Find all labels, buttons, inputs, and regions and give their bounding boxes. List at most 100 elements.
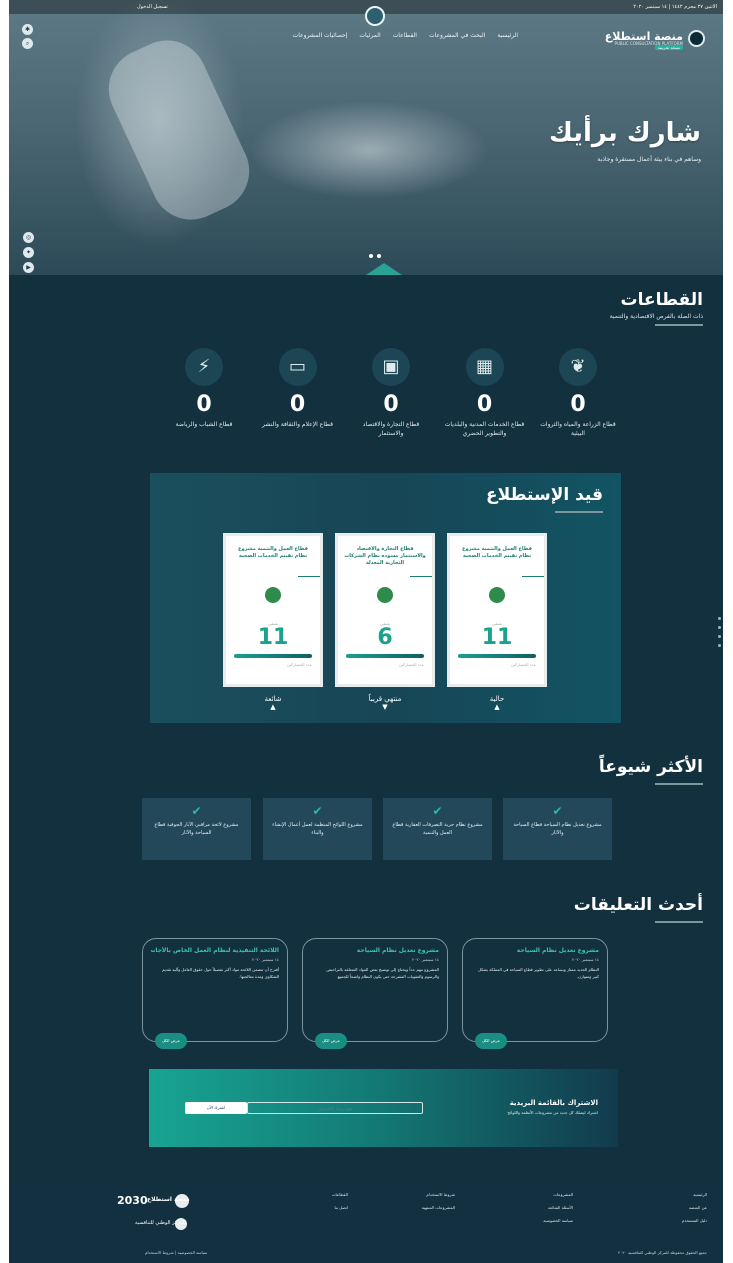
polls-title: قيد الإستطلاع: [485, 485, 603, 505]
hero-banner: الاثنين ٢٧ محرم ١٤٤٢ | ١٤ سبتمبر ٢٠٢٠ تس…: [9, 0, 723, 275]
popular-item-text: مشروع اللوائح المنظمة لعمل أعمال الإنشاء…: [272, 822, 363, 836]
beta-tag: نسخة تجريبية: [654, 45, 683, 50]
section-pager: [718, 617, 721, 647]
nav-item-search[interactable]: البحث في المشروعات: [429, 32, 485, 39]
footer-link[interactable]: شروط الاستخدام: [422, 1192, 455, 1197]
slider-dot[interactable]: [377, 254, 381, 258]
youtube-icon[interactable]: ▶: [23, 262, 34, 273]
poll-title: قطاع العمل والتنمية مشروع نظام تقييم الخ…: [238, 546, 308, 559]
sector-item-municipal[interactable]: ▦ 0 قطاع الخدمات المدنية والبلديات والتط…: [444, 348, 526, 448]
comments-title: أحدث التعليقات: [573, 895, 703, 915]
nav-item-statistics[interactable]: إحصائيات المشروعات: [293, 32, 348, 39]
popular-item-text: مشروع لائحة مراقبي الآبار الجوفية قطاع ا…: [154, 822, 239, 836]
poll-tab-label: شائعة: [264, 695, 282, 703]
poll-tab-label: منتهي قريباً: [368, 695, 402, 703]
read-more-button[interactable]: عرض الكل: [315, 1033, 347, 1049]
footer-link[interactable]: المشروعات: [543, 1192, 573, 1197]
sector-item-sports[interactable]: ⚡ 0 قطاع الشباب والرياضة: [163, 348, 245, 448]
chevron-down-icon: ▼: [382, 703, 388, 711]
polls-section: قيد الإستطلاع قطاع العمل والتنمية مشروع …: [150, 473, 621, 723]
pager-dot[interactable]: [718, 635, 721, 638]
sector-item-commerce[interactable]: ▣ 0 قطاع التجارة والاقتصاد والاستثمار: [350, 348, 432, 448]
pager-dot[interactable]: [718, 644, 721, 647]
login-link[interactable]: تسجيل الدخول: [137, 4, 168, 10]
footer-link[interactable]: دليل المستخدم: [682, 1218, 707, 1223]
poll-progress: [346, 654, 424, 658]
poll-tab-popular[interactable]: شائعة ▲: [223, 695, 323, 711]
poll-title: قطاع العمل والتنمية مشروع نظام تقييم الخ…: [462, 546, 532, 559]
read-more-button[interactable]: عرض الكل: [155, 1033, 187, 1049]
poll-divider: [522, 576, 544, 577]
sector-count: 0: [289, 392, 306, 417]
footer-link[interactable]: القطاعات: [332, 1192, 348, 1197]
comment-date: ١٤ سبتمبر ٢٠٢٠: [412, 957, 439, 962]
footer-link[interactable]: المشروعات المنتهية: [422, 1205, 455, 1210]
nav-item-visions[interactable]: المرئيات: [359, 32, 380, 39]
poll-card[interactable]: قطاع التجارة والاقتصاد والاستثمار مسودة …: [335, 533, 435, 687]
popular-item[interactable]: ✔ مشروع اللوائح المنظمة لعمل أعمال الإنش…: [263, 798, 372, 860]
brand[interactable]: منصة استطلاع PUBLIC CONSULTATION PLATFOR…: [590, 28, 705, 50]
footer-link[interactable]: عن المنصة: [682, 1205, 707, 1210]
popular-underline: [655, 783, 703, 785]
popular-item[interactable]: ✔ مشروع لائحة مراقبي الآبار الجوفية قطاع…: [142, 798, 251, 860]
footer-column: القطاعات اتصل بنا: [332, 1192, 348, 1210]
nav-item-sectors[interactable]: القطاعات: [393, 32, 417, 39]
poll-progress: [458, 654, 536, 658]
pager-dot[interactable]: [718, 626, 721, 629]
sector-item-agriculture[interactable]: ❦ 0 قطاع الزراعة والمياه والثروات البيئي…: [537, 348, 619, 448]
popular-item-text: مشروع تعديل نظام السياحة قطاع السياحة وا…: [513, 822, 602, 836]
read-more-button[interactable]: عرض الكل: [475, 1033, 507, 1049]
sectors-subtitle: ذات الصلة بالفرص الاقتصادية والتنمية: [609, 313, 703, 320]
comment-title[interactable]: مشروع تعديل نظام السياحة: [471, 947, 599, 954]
poll-card[interactable]: قطاع العمل والتنمية مشروع نظام تقييم الخ…: [223, 533, 323, 687]
accessibility-icon[interactable]: ✱: [22, 24, 33, 35]
slider-dot[interactable]: [369, 254, 373, 258]
instagram-icon[interactable]: ◎: [23, 232, 34, 243]
newsletter-email-input[interactable]: [247, 1102, 423, 1114]
page: الاثنين ٢٧ محرم ١٤٤٢ | ١٤ سبتمبر ٢٠٢٠ تس…: [9, 0, 723, 1263]
platform-logo-text: منصة استطلاع: [147, 1196, 190, 1203]
footer: الرئيسية عن المنصة دليل المستخدم المشروع…: [9, 1180, 723, 1263]
popular-title: الأكثر شيوعاً: [598, 757, 703, 777]
comment-title[interactable]: اللائحة التنفيذية لنظام العمل الخاص بالأ…: [151, 947, 279, 954]
poll-tab-label: حالية: [489, 695, 505, 703]
copyright-text: جميع الحقوق محفوظة للمركز الوطني للتنافس…: [618, 1250, 707, 1255]
footer-legal-links[interactable]: سياسة الخصوصية | شروط الاستخدام: [145, 1250, 207, 1255]
footer-link[interactable]: سياسة الخصوصية: [543, 1218, 573, 1223]
comment-body: النظام الجديد ممتاز ويساعد على تطوير قطا…: [478, 967, 599, 979]
twitter-icon[interactable]: ✦: [23, 247, 34, 258]
footer-link[interactable]: الرئيسية: [682, 1192, 707, 1197]
poll-tab-current[interactable]: حالية ▲: [447, 695, 547, 711]
search-icon[interactable]: ⌕: [22, 38, 33, 49]
chevron-up-icon: ▲: [270, 703, 276, 711]
check-icon: ✔: [312, 804, 323, 818]
hero-subtitle: وساهم في بناء بيئة أعمال مستقرة وجاذبة: [597, 156, 701, 163]
poll-tab-ending[interactable]: منتهي قريباً ▼: [335, 695, 435, 711]
poll-logo-icon: [265, 587, 281, 603]
poll-card[interactable]: قطاع العمل والتنمية مشروع نظام تقييم الخ…: [447, 533, 547, 687]
sector-item-media[interactable]: ▭ 0 قطاع الإعلام والثقافة والنشر: [257, 348, 339, 448]
hero-title: شارك برأيك: [548, 118, 701, 148]
footer-link[interactable]: الأسئلة الشائعة: [543, 1205, 573, 1210]
poll-progress: [234, 654, 312, 658]
poll-logo-icon: [489, 587, 505, 603]
monitor-icon: ▭: [278, 348, 317, 386]
footer-link[interactable]: اتصل بنا: [332, 1205, 348, 1210]
popular-item[interactable]: ✔ مشروع تعديل نظام السياحة قطاع السياحة …: [503, 798, 612, 860]
poll-footer: عدد المشاركين: [398, 662, 424, 667]
nav-menu: الرئيسية البحث في المشروعات القطاعات الم…: [293, 32, 518, 39]
comment-title[interactable]: مشروع تعديل نظام السياحة: [311, 947, 439, 954]
nav-item-home[interactable]: الرئيسية: [497, 32, 518, 39]
sector-label: قطاع التجارة والاقتصاد والاستثمار: [362, 421, 420, 437]
subscribe-button[interactable]: اشترك الآن: [185, 1102, 247, 1114]
sector-count: 0: [383, 392, 399, 417]
comment-body: المشروع مهم جداً ويحتاج إلى توضيح بعض ال…: [326, 967, 439, 979]
vision-2030-logo: 2030: [117, 1194, 148, 1207]
sector-count: 0: [570, 392, 586, 417]
pager-dot[interactable]: [718, 617, 721, 620]
check-icon: ✔: [432, 804, 443, 818]
check-icon: ✔: [191, 804, 202, 818]
popular-item[interactable]: ✔ مشروع نظام حرية التصرفات العقارية قطاع…: [383, 798, 492, 860]
polls-underline: [555, 511, 603, 513]
poll-footer: عدد المشاركين: [510, 662, 536, 667]
